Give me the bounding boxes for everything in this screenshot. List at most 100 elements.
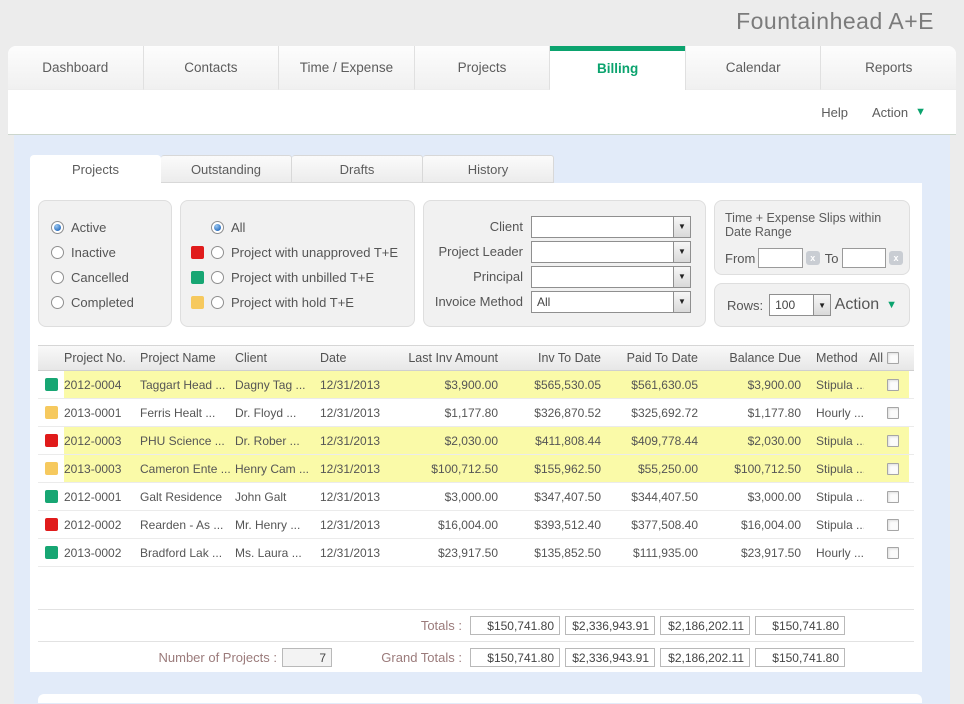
- balance-due-cell: $16,004.00: [704, 511, 807, 538]
- te-option-project-with-unapproved-t-e[interactable]: Project with unapproved T+E: [191, 240, 414, 265]
- tab-reports[interactable]: Reports: [821, 46, 956, 90]
- table-row[interactable]: 2012-0004Taggart Head ...Dagny Tag ...12…: [38, 371, 914, 399]
- paid-to-date-cell: $325,692.72: [607, 399, 704, 426]
- status-option-active[interactable]: Active: [51, 215, 171, 240]
- subtab-outstanding[interactable]: Outstanding: [161, 155, 292, 183]
- action-menu[interactable]: Action ▼: [872, 105, 926, 120]
- client-cell: Dr. Floyd ...: [235, 399, 320, 426]
- dropdown-arrow-icon: ▼: [673, 292, 690, 312]
- column-header-label: Paid To Date: [627, 351, 698, 365]
- tab-calendar[interactable]: Calendar: [686, 46, 822, 90]
- date-cell: 12/31/2013: [320, 371, 404, 398]
- row-checkbox[interactable]: [887, 519, 899, 531]
- from-date-input[interactable]: [758, 248, 802, 268]
- principal-dropdown[interactable]: ▼: [531, 266, 691, 288]
- amber-flag-icon: [191, 296, 204, 309]
- column-header-project-no-: Project No.: [64, 346, 140, 370]
- tab-dashboard[interactable]: Dashboard: [8, 46, 144, 90]
- subtab-drafts[interactable]: Drafts: [292, 155, 423, 183]
- inv-to-date-cell: $155,962.50: [504, 455, 607, 482]
- te-option-all[interactable]: All: [191, 215, 414, 240]
- row-checkbox[interactable]: [887, 491, 899, 503]
- status-option-completed[interactable]: Completed: [51, 290, 171, 315]
- rows-count-dropdown[interactable]: 100 ▼: [769, 294, 831, 316]
- radio-completed[interactable]: [51, 296, 64, 309]
- flag-cell: [38, 399, 64, 426]
- tab-projects[interactable]: Projects: [415, 46, 551, 90]
- row-checkbox[interactable]: [887, 547, 899, 559]
- clear-to-date-button[interactable]: x: [889, 251, 903, 265]
- te-option-project-with-unbilled-t-e[interactable]: Project with unbilled T+E: [191, 265, 414, 290]
- table-row[interactable]: 2012-0002Rearden - As ...Mr. Henry ...12…: [38, 511, 914, 539]
- radio-active[interactable]: [51, 221, 64, 234]
- totals-value-box: $150,741.80: [755, 616, 845, 635]
- table-row[interactable]: 2013-0001Ferris Healt ...Dr. Floyd ...12…: [38, 399, 914, 427]
- radio-project-with-hold-t-e[interactable]: [211, 296, 224, 309]
- inv-to-date-cell: $326,870.52: [504, 399, 607, 426]
- client-dropdown[interactable]: ▼: [531, 216, 691, 238]
- row-checkbox[interactable]: [887, 379, 899, 391]
- amber-flag-icon: [45, 462, 58, 475]
- rows-count-value: 100: [770, 295, 813, 315]
- column-header-client: Client: [235, 346, 320, 370]
- invoice-method-dropdown[interactable]: All▼: [531, 291, 691, 313]
- list-action-menu[interactable]: Action ▼: [835, 296, 897, 314]
- client-cell: Dr. Rober ...: [235, 427, 320, 454]
- dropdown-arrow-icon: ▼: [673, 217, 690, 237]
- radio-all[interactable]: [211, 221, 224, 234]
- inv-to-date-cell: $347,407.50: [504, 483, 607, 510]
- last-inv-amount-cell: $2,030.00: [404, 427, 504, 454]
- subtab-history[interactable]: History: [423, 155, 554, 183]
- radio-project-with-unbilled-t-e[interactable]: [211, 271, 224, 284]
- client-cell: John Galt: [235, 483, 320, 510]
- tab-billing[interactable]: Billing: [550, 46, 686, 90]
- status-option-cancelled[interactable]: Cancelled: [51, 265, 171, 290]
- invoice-method-filter-row: Invoice MethodAll▼: [424, 289, 697, 314]
- grand-totals-value-box: $150,741.80: [470, 648, 560, 667]
- balance-due-cell: $2,030.00: [704, 427, 807, 454]
- to-date-input[interactable]: [842, 248, 886, 268]
- row-checkbox[interactable]: [887, 463, 899, 475]
- flag-column-header: [38, 346, 64, 370]
- from-label: From: [725, 251, 755, 266]
- table-row[interactable]: 2013-0003Cameron Ente ...Henry Cam ...12…: [38, 455, 914, 483]
- number-of-projects-label: Number of Projects :: [159, 650, 278, 665]
- column-header-label: Inv To Date: [538, 351, 601, 365]
- row-checkbox[interactable]: [887, 407, 899, 419]
- dropdown-arrow-icon: ▼: [673, 267, 690, 287]
- balance-due-cell: $100,712.50: [704, 455, 807, 482]
- tab-contacts[interactable]: Contacts: [144, 46, 280, 90]
- help-link[interactable]: Help: [821, 105, 848, 120]
- red-flag-icon: [45, 434, 58, 447]
- radio-project-with-unapproved-t-e[interactable]: [211, 246, 224, 259]
- radio-cancelled[interactable]: [51, 271, 64, 284]
- status-option-label: Completed: [71, 295, 134, 310]
- totals-value-box: $2,186,202.11: [660, 616, 750, 635]
- tab-time-expense[interactable]: Time / Expense: [279, 46, 415, 90]
- column-header-all: All: [864, 346, 909, 370]
- status-option-inactive[interactable]: Inactive: [51, 240, 171, 265]
- table-row[interactable]: 2012-0001Galt ResidenceJohn Galt12/31/20…: [38, 483, 914, 511]
- principal-value: [532, 267, 673, 287]
- subtab-projects[interactable]: Projects: [30, 155, 161, 183]
- status-option-label: Active: [71, 220, 106, 235]
- totals-label: Totals :: [332, 618, 462, 633]
- green-flag-icon: [45, 490, 58, 503]
- last-inv-amount-cell: $3,900.00: [404, 371, 504, 398]
- column-header-balance-due: Balance Due: [704, 346, 807, 370]
- table-row[interactable]: 2012-0003PHU Science ...Dr. Rober ...12/…: [38, 427, 914, 455]
- app-header: Fountainhead A+E: [0, 0, 964, 46]
- status-option-label: Inactive: [71, 245, 116, 260]
- billing-subtabs: ProjectsOutstandingDraftsHistory: [30, 155, 950, 183]
- project-leader-dropdown[interactable]: ▼: [531, 241, 691, 263]
- client-cell: Henry Cam ...: [235, 455, 320, 482]
- project-name-cell: Rearden - As ...: [140, 511, 235, 538]
- clear-from-date-button[interactable]: x: [806, 251, 820, 265]
- te-option-project-with-hold-t-e[interactable]: Project with hold T+E: [191, 290, 414, 315]
- table-row[interactable]: 2013-0002Bradford Lak ...Ms. Laura ...12…: [38, 539, 914, 567]
- row-checkbox[interactable]: [887, 435, 899, 447]
- radio-inactive[interactable]: [51, 246, 64, 259]
- project-no-cell: 2013-0002: [64, 539, 140, 566]
- select-all-checkbox[interactable]: [887, 352, 899, 364]
- project-leader-value: [532, 242, 673, 262]
